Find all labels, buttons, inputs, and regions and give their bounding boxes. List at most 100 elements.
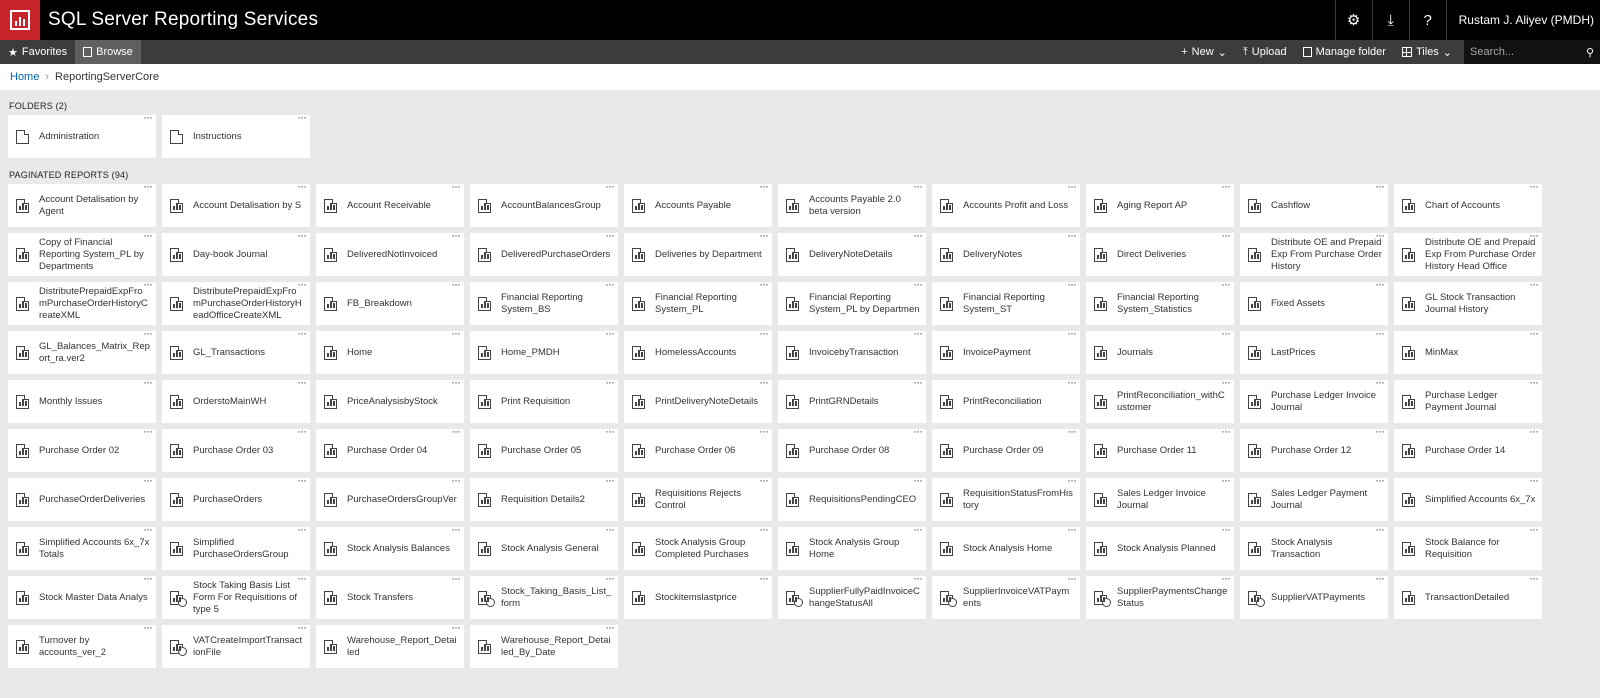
more-options-icon[interactable]: ··· [605,376,615,388]
more-options-icon[interactable]: ··· [605,572,615,584]
report-tile[interactable]: Financial Reporting System_ST ··· [932,278,1080,325]
report-tile[interactable]: Purchase Order 09 ··· [932,425,1080,472]
user-menu[interactable]: Rustam J. Aliyev (PMDH) [1445,0,1600,40]
report-tile[interactable]: PriceAnalysisbyStock ··· [316,376,464,423]
report-tile[interactable]: Purchase Order 05 ··· [470,425,618,472]
report-tile[interactable]: MinMax ··· [1394,327,1542,374]
report-tile[interactable]: Stock Analysis Balances ··· [316,523,464,570]
report-tile[interactable]: SupplierFullyPaidInvoiceChangeStatusAll ·… [778,572,926,619]
search-icon[interactable]: ⚲ [1586,46,1594,59]
search-input[interactable]: Search... ⚲ [1464,40,1600,64]
more-options-icon[interactable]: ··· [1221,572,1231,584]
report-tile[interactable]: FB_Breakdown ··· [316,278,464,325]
report-tile[interactable]: Simplified Accounts 6x_7x Totals ··· [8,523,156,570]
more-options-icon[interactable]: ··· [1067,327,1077,339]
more-options-icon[interactable]: ··· [1221,278,1231,290]
more-options-icon[interactable]: ··· [143,572,153,584]
more-options-icon[interactable]: ··· [1067,425,1077,437]
more-options-icon[interactable]: ··· [759,229,769,241]
more-options-icon[interactable]: ··· [1529,278,1539,290]
more-options-icon[interactable]: ··· [1375,474,1385,486]
more-options-icon[interactable]: ··· [143,180,153,192]
more-options-icon[interactable]: ··· [1067,376,1077,388]
more-options-icon[interactable]: ··· [1375,278,1385,290]
report-tile[interactable]: Stock_Taking_Basis_List_form ··· [470,572,618,619]
report-tile[interactable]: Accounts Payable ··· [624,180,772,227]
more-options-icon[interactable]: ··· [297,474,307,486]
report-tile[interactable]: Financial Reporting System_BS ··· [470,278,618,325]
more-options-icon[interactable]: ··· [451,474,461,486]
more-options-icon[interactable]: ··· [1529,523,1539,535]
more-options-icon[interactable]: ··· [1375,229,1385,241]
report-tile[interactable]: GL_Balances_Matrix_Report_ra.ver2 ··· [8,327,156,374]
report-tile[interactable]: PrintReconciliation ··· [932,376,1080,423]
more-options-icon[interactable]: ··· [143,523,153,535]
more-options-icon[interactable]: ··· [913,376,923,388]
more-options-icon[interactable]: ··· [1375,523,1385,535]
report-tile[interactable]: SupplierPaymentsChangeStatus ··· [1086,572,1234,619]
more-options-icon[interactable]: ··· [451,180,461,192]
report-tile[interactable]: HomelessAccounts ··· [624,327,772,374]
more-options-icon[interactable]: ··· [143,111,153,123]
help-icon[interactable]: ? [1408,0,1446,40]
report-tile[interactable]: Distribute OE and Prepaid Exp From Purch… [1394,229,1542,276]
report-tile[interactable]: Stock Analysis Group Home ··· [778,523,926,570]
report-tile[interactable]: Purchase Order 11 ··· [1086,425,1234,472]
more-options-icon[interactable]: ··· [605,474,615,486]
report-tile[interactable]: Home_PMDH ··· [470,327,618,374]
report-tile[interactable]: GL_Transactions ··· [162,327,310,374]
more-options-icon[interactable]: ··· [297,229,307,241]
report-tile[interactable]: Requisitions Rejects Control ··· [624,474,772,521]
more-options-icon[interactable]: ··· [913,229,923,241]
report-tile[interactable]: RequisitionStatusFromHistory ··· [932,474,1080,521]
more-options-icon[interactable]: ··· [1067,278,1077,290]
more-options-icon[interactable]: ··· [143,474,153,486]
report-tile[interactable]: Accounts Payable 2.0 beta version ··· [778,180,926,227]
report-tile[interactable]: Financial Reporting System_PL by Departm… [778,278,926,325]
more-options-icon[interactable]: ··· [913,572,923,584]
more-options-icon[interactable]: ··· [1221,229,1231,241]
more-options-icon[interactable]: ··· [605,523,615,535]
report-tile[interactable]: PrintReconciliation_withCustomer ··· [1086,376,1234,423]
more-options-icon[interactable]: ··· [297,180,307,192]
more-options-icon[interactable]: ··· [759,474,769,486]
more-options-icon[interactable]: ··· [143,327,153,339]
more-options-icon[interactable]: ··· [1375,572,1385,584]
more-options-icon[interactable]: ··· [605,621,615,633]
more-options-icon[interactable]: ··· [297,621,307,633]
report-tile[interactable]: Monthly Issues ··· [8,376,156,423]
more-options-icon[interactable]: ··· [1221,180,1231,192]
report-tile[interactable]: Stock Taking Basis List Form For Requisi… [162,572,310,619]
more-options-icon[interactable]: ··· [1375,327,1385,339]
report-tile[interactable]: Stock Analysis Home ··· [932,523,1080,570]
more-options-icon[interactable]: ··· [1067,572,1077,584]
more-options-icon[interactable]: ··· [913,523,923,535]
more-options-icon[interactable]: ··· [1067,523,1077,535]
more-options-icon[interactable]: ··· [605,180,615,192]
more-options-icon[interactable]: ··· [913,425,923,437]
new-button[interactable]: + New ⌄ [1173,40,1235,64]
breadcrumb-home-link[interactable]: Home [10,71,39,83]
more-options-icon[interactable]: ··· [605,425,615,437]
more-options-icon[interactable]: ··· [1067,229,1077,241]
report-tile[interactable]: Stock Master Data Analys ··· [8,572,156,619]
more-options-icon[interactable]: ··· [1529,229,1539,241]
more-options-icon[interactable]: ··· [1221,523,1231,535]
report-tile[interactable]: Financial Reporting System_Statistics ··· [1086,278,1234,325]
more-options-icon[interactable]: ··· [1067,474,1077,486]
more-options-icon[interactable]: ··· [759,572,769,584]
more-options-icon[interactable]: ··· [451,425,461,437]
report-tile[interactable]: PurchaseOrdersGroupVer ··· [316,474,464,521]
more-options-icon[interactable]: ··· [451,278,461,290]
report-tile[interactable]: DistributePrepaidExpFromPurchaseOrderHis… [8,278,156,325]
more-options-icon[interactable]: ··· [451,572,461,584]
more-options-icon[interactable]: ··· [297,111,307,123]
more-options-icon[interactable]: ··· [605,229,615,241]
report-tile[interactable]: Deliveries by Department ··· [624,229,772,276]
report-tile[interactable]: Stock Analysis General ··· [470,523,618,570]
more-options-icon[interactable]: ··· [1375,376,1385,388]
folder-tile[interactable]: Administration ··· [8,111,156,158]
report-tile[interactable]: AccountBalancesGroup ··· [470,180,618,227]
report-tile[interactable]: Fixed Assets ··· [1240,278,1388,325]
report-tile[interactable]: Purchase Order 06 ··· [624,425,772,472]
